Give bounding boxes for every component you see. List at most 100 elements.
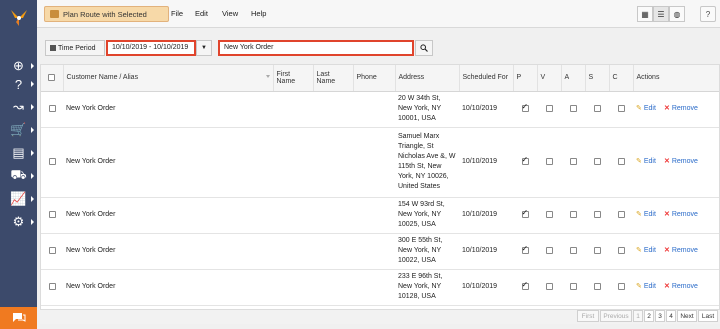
edit-link[interactable]: ✎ Edit xyxy=(636,247,656,254)
app-logo[interactable] xyxy=(0,0,37,36)
s-flag-checkbox[interactable] xyxy=(593,246,601,254)
customer-cell: New York Order xyxy=(63,127,273,198)
sidebar-item-settings[interactable]: ⚙ xyxy=(0,210,37,234)
c-flag-checkbox[interactable] xyxy=(617,246,625,254)
sidebar-item-analytics[interactable]: 📈 xyxy=(0,187,37,211)
header-phone[interactable]: Phone xyxy=(353,65,396,92)
close-icon: ✕ xyxy=(663,211,670,218)
a-flag-checkbox[interactable] xyxy=(569,210,577,218)
c-flag-checkbox[interactable] xyxy=(617,282,625,290)
table-row[interactable]: New York Order 300 E 55th St, New York, N… xyxy=(41,233,719,270)
table-header-row: Customer Name / Alias First Name Last Na… xyxy=(41,65,719,92)
menu-help[interactable]: Help xyxy=(251,9,266,18)
sidebar-item-routes[interactable]: ↝ xyxy=(0,95,37,119)
header-customer[interactable]: Customer Name / Alias xyxy=(63,65,274,92)
p-flag-checkbox[interactable] xyxy=(521,208,529,218)
s-flag-checkbox[interactable] xyxy=(593,157,601,165)
row-select-checkbox[interactable] xyxy=(48,157,56,165)
a-flag-checkbox[interactable] xyxy=(569,246,577,254)
edit-link[interactable]: ✎ Edit xyxy=(636,105,656,112)
time-period-button[interactable]: Time Period xyxy=(45,40,105,56)
pager-previous[interactable]: Previous xyxy=(600,310,632,322)
edit-link[interactable]: ✎ Edit xyxy=(636,211,656,218)
pager-first[interactable]: First xyxy=(577,310,599,322)
remove-link[interactable]: ✕ Remove xyxy=(664,158,698,165)
sidebar-item-help[interactable]: ? xyxy=(0,72,37,96)
table-row[interactable]: New York Order 233 E 96th St, New York, N… xyxy=(41,269,719,306)
c-flag-checkbox[interactable] xyxy=(617,157,625,165)
row-select-checkbox[interactable] xyxy=(48,282,56,290)
s-flag-checkbox[interactable] xyxy=(593,104,601,112)
table-row[interactable]: New York Order Samuel Marx Triangle, St N… xyxy=(41,127,719,198)
v-flag-checkbox[interactable] xyxy=(545,282,553,290)
date-range-dropdown[interactable]: ▼ xyxy=(196,40,212,56)
map-view-button[interactable]: ◍ xyxy=(669,6,685,22)
v-flag-checkbox[interactable] xyxy=(545,246,553,254)
header-s[interactable]: S xyxy=(585,65,610,92)
c-flag-checkbox[interactable] xyxy=(617,104,625,112)
v-flag-cell xyxy=(537,197,561,234)
row-select-checkbox[interactable] xyxy=(48,246,56,254)
sidebar-item-documents[interactable]: ▤ xyxy=(0,141,37,165)
header-v[interactable]: V xyxy=(537,65,562,92)
pager-next[interactable]: Next xyxy=(677,310,697,322)
table-row[interactable]: New York Order 20 W 34th St, New York, NY… xyxy=(41,91,719,128)
menu-edit[interactable]: Edit xyxy=(195,9,208,18)
pager-page-3[interactable]: 3 xyxy=(655,310,665,322)
pager-page-1[interactable]: 1 xyxy=(633,310,643,322)
header-c[interactable]: C xyxy=(609,65,634,92)
c-flag-cell xyxy=(609,91,633,128)
p-flag-checkbox[interactable] xyxy=(521,280,529,290)
remove-link[interactable]: ✕ Remove xyxy=(664,247,698,254)
s-flag-checkbox[interactable] xyxy=(593,210,601,218)
c-flag-checkbox[interactable] xyxy=(617,210,625,218)
remove-link[interactable]: ✕ Remove xyxy=(664,105,698,112)
close-icon: ✕ xyxy=(663,283,670,290)
remove-link[interactable]: ✕ Remove xyxy=(664,211,698,218)
a-flag-checkbox[interactable] xyxy=(569,282,577,290)
table-body: New York Order 20 W 34th St, New York, NY… xyxy=(41,91,719,306)
header-address[interactable]: Address xyxy=(395,65,460,92)
pager-page-4[interactable]: 4 xyxy=(666,310,676,322)
v-flag-checkbox[interactable] xyxy=(545,104,553,112)
sort-caret-icon xyxy=(265,75,270,78)
table-row[interactable]: New York Order 154 W 93rd St, New York, N… xyxy=(41,197,719,234)
s-flag-checkbox[interactable] xyxy=(593,282,601,290)
chat-button[interactable] xyxy=(0,307,37,329)
list-view-button[interactable]: ☰ xyxy=(653,6,669,22)
sidebar-item-vehicles[interactable]: ⛟ xyxy=(0,164,37,188)
menu-view[interactable]: View xyxy=(222,9,238,18)
sidebar-item-orders[interactable]: 🛒 xyxy=(0,118,37,142)
edit-link[interactable]: ✎ Edit xyxy=(636,158,656,165)
route-icon: ↝ xyxy=(13,99,24,114)
a-flag-checkbox[interactable] xyxy=(569,157,577,165)
a-flag-checkbox[interactable] xyxy=(569,104,577,112)
v-flag-checkbox[interactable] xyxy=(545,157,553,165)
menu-file[interactable]: File xyxy=(171,9,183,18)
customer-cell: New York Order xyxy=(63,197,273,234)
select-all-checkbox[interactable] xyxy=(48,74,56,82)
grid-view-button[interactable]: ▦ xyxy=(637,6,653,22)
row-select-checkbox[interactable] xyxy=(48,210,56,218)
plan-route-button[interactable]: Plan Route with Selected xyxy=(44,6,169,22)
p-flag-checkbox[interactable] xyxy=(521,102,529,112)
header-first-name[interactable]: First Name xyxy=(273,65,314,92)
search-input[interactable]: New York Order xyxy=(218,40,414,56)
header-p[interactable]: P xyxy=(513,65,538,92)
search-button[interactable] xyxy=(415,40,433,56)
header-a[interactable]: A xyxy=(561,65,586,92)
p-flag-checkbox[interactable] xyxy=(521,155,529,165)
pager-last[interactable]: Last xyxy=(698,310,718,322)
close-icon: ✕ xyxy=(663,247,670,254)
p-flag-checkbox[interactable] xyxy=(521,244,529,254)
remove-link[interactable]: ✕ Remove xyxy=(664,283,698,290)
first-name-cell xyxy=(273,197,313,234)
date-range-field[interactable]: 10/10/2019 - 10/10/2019 xyxy=(106,40,196,56)
header-last-name[interactable]: Last Name xyxy=(313,65,354,92)
v-flag-checkbox[interactable] xyxy=(545,210,553,218)
help-button[interactable]: ? xyxy=(700,6,716,22)
edit-link[interactable]: ✎ Edit xyxy=(636,283,656,290)
pager-page-2[interactable]: 2 xyxy=(644,310,654,322)
row-select-checkbox[interactable] xyxy=(48,104,56,112)
header-scheduled-for[interactable]: Scheduled For xyxy=(459,65,514,92)
